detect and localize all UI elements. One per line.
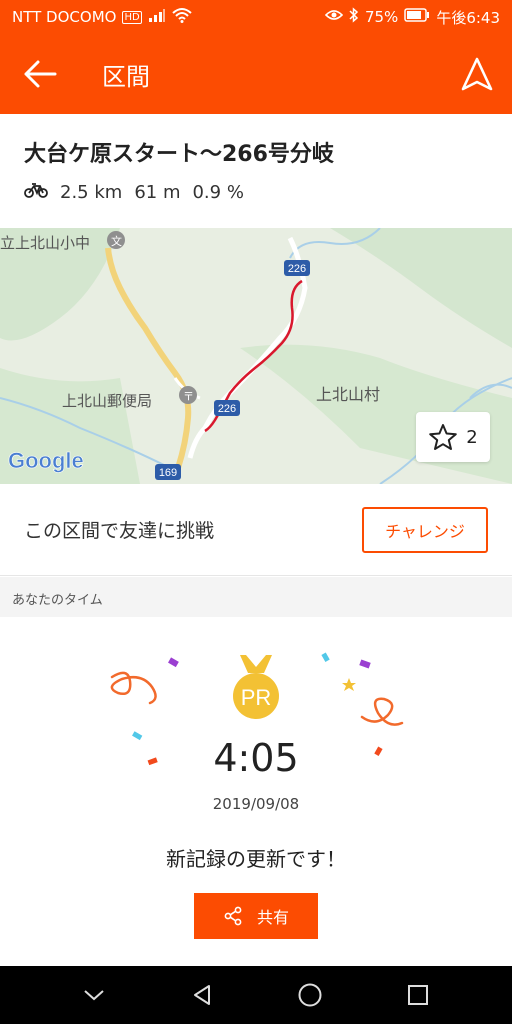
status-bar: NTT DOCOMO HD 75% 午後6:43 [0, 0, 512, 34]
triangle-back-icon [194, 985, 210, 1005]
challenge-text: この区間で友達に挑戦 [24, 520, 215, 542]
battery-icon [404, 8, 430, 26]
pr-date: 2019/09/08 [212, 795, 300, 813]
clock: 午後6:43 [436, 8, 500, 27]
your-time-section-label: あなたのタイム [0, 577, 512, 617]
segment-stats: 2.5 km 61 m 0.9 % [24, 182, 488, 203]
route-226-shield-top: 226 [288, 263, 306, 275]
system-nav-bar [0, 966, 512, 1024]
bluetooth-icon [349, 7, 359, 27]
map-label-village: 上北山村 [316, 386, 380, 404]
pr-badge-text: PR [241, 685, 272, 710]
map-label-post-office: 上北山郵便局 [62, 393, 152, 410]
star-button[interactable]: 2 [416, 412, 490, 462]
navigation-icon [461, 57, 493, 91]
bicycle-icon [24, 182, 48, 203]
eye-icon [324, 8, 344, 26]
route-169-shield: 169 [159, 467, 177, 479]
segment-elevation: 61 m [134, 182, 181, 203]
google-logo: Google [8, 448, 84, 473]
segment-distance: 2.5 km [60, 182, 123, 203]
segment-header: 大台ケ原スタート〜266号分岐 2.5 km 61 m 0.9 % [0, 114, 512, 228]
system-back-button[interactable] [177, 970, 227, 1020]
circle-home-icon [298, 983, 322, 1007]
system-home-button[interactable] [285, 970, 335, 1020]
carrier-label: NTT DOCOMO [12, 8, 117, 26]
record-message: 新記録の更新です！ [166, 847, 346, 871]
battery-percent: 75% [364, 8, 399, 26]
app-bar: 区間 [0, 34, 512, 114]
square-recents-icon [408, 985, 428, 1005]
segment-name: 大台ケ原スタート〜266号分岐 [24, 142, 334, 167]
hide-keyboard-button[interactable] [69, 970, 119, 1020]
wifi-icon [172, 7, 192, 27]
share-icon [224, 906, 242, 926]
route-226-shield-bottom: 226 [218, 403, 236, 415]
pr-time: 4:05 [213, 736, 299, 780]
share-label: 共有 [256, 908, 289, 927]
segment-grade: 0.9 % [192, 182, 244, 203]
svg-text:文: 文 [111, 234, 122, 248]
page-title: 区間 [102, 62, 150, 91]
pr-medal-icon: PR [233, 655, 279, 719]
chevron-down-icon [84, 990, 104, 1001]
signal-icon [148, 8, 166, 26]
navigate-button[interactable] [442, 34, 512, 114]
system-recents-button[interactable] [393, 970, 443, 1020]
star-icon [429, 424, 458, 450]
challenge-button[interactable]: チャレンジ [362, 506, 488, 553]
back-button[interactable] [0, 34, 80, 114]
challenge-row: この区間で友達に挑戦 チャレンジ [0, 484, 512, 576]
map-label-school: 立上北山小中 [0, 235, 90, 252]
star-count: 2 [466, 426, 478, 448]
share-button[interactable]: 共有 [194, 893, 318, 939]
hd-badge: HD [122, 10, 142, 24]
arrow-left-icon [24, 60, 57, 88]
svg-text:〒: 〒 [183, 390, 194, 403]
